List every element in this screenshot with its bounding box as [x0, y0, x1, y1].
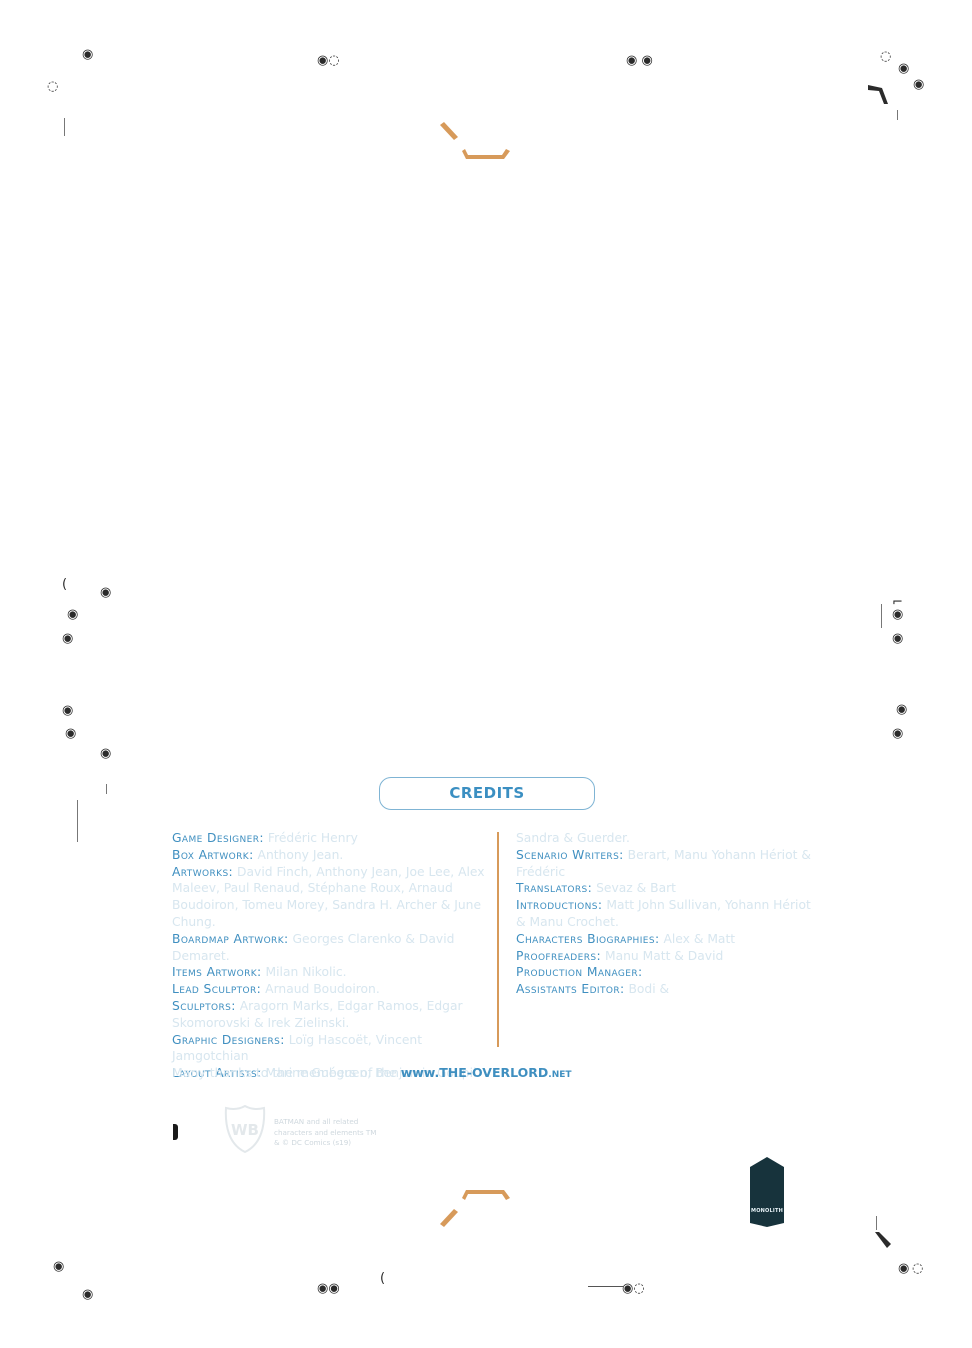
- credit-entry: Items Artwork: Milan Nikolic.: [172, 964, 490, 981]
- credit-role: Sculptors:: [172, 998, 236, 1013]
- swirl-ornament-icon: (: [62, 577, 68, 592]
- credit-role: Production Manager:: [516, 965, 643, 980]
- swirl-ornament-icon: ◉: [892, 726, 904, 741]
- bottom-orange-bracket-icon: [440, 1190, 510, 1227]
- credit-role: Scenario Writers:: [516, 847, 624, 862]
- overlord-site-link[interactable]: www.THE-OVERLORD.NET: [401, 1065, 572, 1080]
- svg-text:WB: WB: [231, 1121, 259, 1139]
- swirl-ornament-icon: ◉: [100, 585, 112, 600]
- divider-line: [897, 110, 898, 120]
- credits-title: CREDITS: [379, 777, 595, 810]
- swirl-ornament-icon: ◉: [65, 726, 77, 741]
- credit-entry: Lead Sculptor: Arnaud Boudoiron.: [172, 981, 490, 998]
- corner-bracket-icon: [875, 1232, 891, 1248]
- credit-role: Translators:: [516, 881, 593, 896]
- swirl-ornament-icon: ◉: [67, 607, 79, 622]
- credit-role: Characters Biographies:: [516, 931, 660, 946]
- swirl-ornament-icon: ◌: [47, 79, 59, 94]
- flourish-line: [588, 1286, 624, 1287]
- credit-names: Anthony Jean.: [257, 847, 344, 862]
- credit-names: Milan Nikolic.: [265, 965, 347, 980]
- column-divider: [497, 832, 499, 1047]
- divider-line: [876, 1216, 877, 1230]
- credit-role: Game Designer:: [172, 831, 264, 845]
- credit-entry: Box Artwork: Anthony Jean.: [172, 847, 490, 864]
- wb-shield-logo: WB: [224, 1104, 266, 1154]
- swirl-ornament-icon: ◉: [53, 1259, 65, 1274]
- credit-role: Boardmap Artwork:: [172, 931, 289, 946]
- swirl-ornament-icon: ◉: [62, 703, 74, 718]
- credit-entry: Characters Biographies: Alex & Matt: [516, 931, 816, 948]
- swirl-ornament-icon: ◉◌: [622, 1281, 645, 1296]
- swirl-ornament-icon: ◉: [913, 77, 925, 92]
- credit-role: Items Artwork:: [172, 965, 262, 980]
- credit-names: Frédéric Henry: [267, 831, 358, 845]
- credit-role: Graphic Designers:: [172, 1032, 285, 1047]
- credit-entry: Boardmap Artwork: Georges Clarenko & Dav…: [172, 931, 490, 965]
- credit-entry: Production Manager:: [516, 964, 816, 981]
- monolith-logo: [750, 1157, 784, 1227]
- swirl-ornament-icon: ◉ ◉: [626, 53, 653, 68]
- swirl-ornament-icon: ◉: [892, 607, 904, 622]
- credit-names: Alex & Matt: [663, 931, 736, 946]
- swirl-ornament-icon: ◉: [898, 61, 910, 76]
- credit-role: Lead Sculptor:: [172, 982, 262, 997]
- credit-role: Assistants Editor:: [516, 982, 625, 997]
- credit-entry: Graphic Designers: Loïg Hascoët, Vincent…: [172, 1032, 490, 1066]
- swirl-ornament-icon: ◌: [912, 1261, 924, 1276]
- swirl-ornament-icon: ◉: [62, 631, 74, 646]
- credit-role: Artworks:: [172, 864, 234, 879]
- divider-line: [64, 118, 65, 136]
- credits-left-column: Game Designer: Frédéric Henry Box Artwor…: [172, 830, 490, 1082]
- thanks-text: Many thanks to the members of the: [172, 1065, 401, 1080]
- thanks-line: Many thanks to the members of the www.TH…: [172, 1065, 572, 1080]
- swirl-ornament-icon: ◉: [896, 702, 908, 717]
- credit-entry: Assistants Editor: Bodi &: [516, 981, 816, 998]
- credit-entry: Introductions: Matt John Sullivan, Yohan…: [516, 897, 816, 931]
- credit-names: Sevaz & Bart: [596, 881, 676, 896]
- credit-entry: Proofreaders: Manu Matt & David: [516, 948, 816, 965]
- legal-notice: BATMAN and all related characters and el…: [274, 1117, 377, 1147]
- credit-entry: Scenario Writers: Berart, Manu Yohann Hé…: [516, 847, 816, 881]
- divider-line: [881, 604, 882, 628]
- swirl-ornament-icon: ◉: [100, 746, 112, 761]
- site-tld: .NET: [548, 1070, 572, 1080]
- credit-role: Box Artwork:: [172, 847, 254, 862]
- swirl-ornament-icon: ◉◌: [317, 53, 340, 68]
- credit-entry: Artworks: David Finch, Anthony Jean, Joe…: [172, 864, 490, 931]
- credit-role: Introductions:: [516, 898, 603, 913]
- black-bar-mark: [173, 1124, 178, 1140]
- top-orange-bracket-icon: [440, 122, 510, 159]
- divider-line: [77, 800, 78, 842]
- credit-role: Proofreaders:: [516, 948, 602, 963]
- credit-names: Bodi &: [628, 982, 670, 997]
- swirl-ornament-icon: ◌: [880, 49, 892, 64]
- corner-bracket-icon: [868, 85, 888, 104]
- credit-names: Arnaud Boudoiron.: [265, 982, 380, 997]
- site-main: www.THE-OVERLORD: [400, 1065, 549, 1080]
- credits-right-column: Sandra & Guerder. Scenario Writers: Bera…: [516, 830, 816, 998]
- credit-entry: Game Designer: Frédéric Henry: [172, 830, 490, 847]
- swirl-ornament-icon: ◉: [892, 631, 904, 646]
- credit-entry: Translators: Sevaz & Bart: [516, 880, 816, 897]
- swirl-ornament-icon: ◉: [898, 1261, 910, 1276]
- credit-entry: Sculptors: Aragorn Marks, Edgar Ramos, E…: [172, 998, 490, 1032]
- swirl-ornament-icon: ◉: [82, 1287, 94, 1302]
- swirl-ornament-icon: ◉: [82, 47, 94, 62]
- credit-names: Manu Matt & David: [604, 948, 724, 963]
- monolith-logo-text: MONOLITH: [751, 1208, 783, 1214]
- swirl-ornament-icon: ◉◉: [317, 1281, 340, 1296]
- credit-entry: Sandra & Guerder.: [516, 830, 816, 847]
- swirl-ornament-icon: (: [380, 1271, 386, 1286]
- divider-line: [106, 784, 107, 794]
- credit-names: Sandra & Guerder.: [516, 831, 630, 845]
